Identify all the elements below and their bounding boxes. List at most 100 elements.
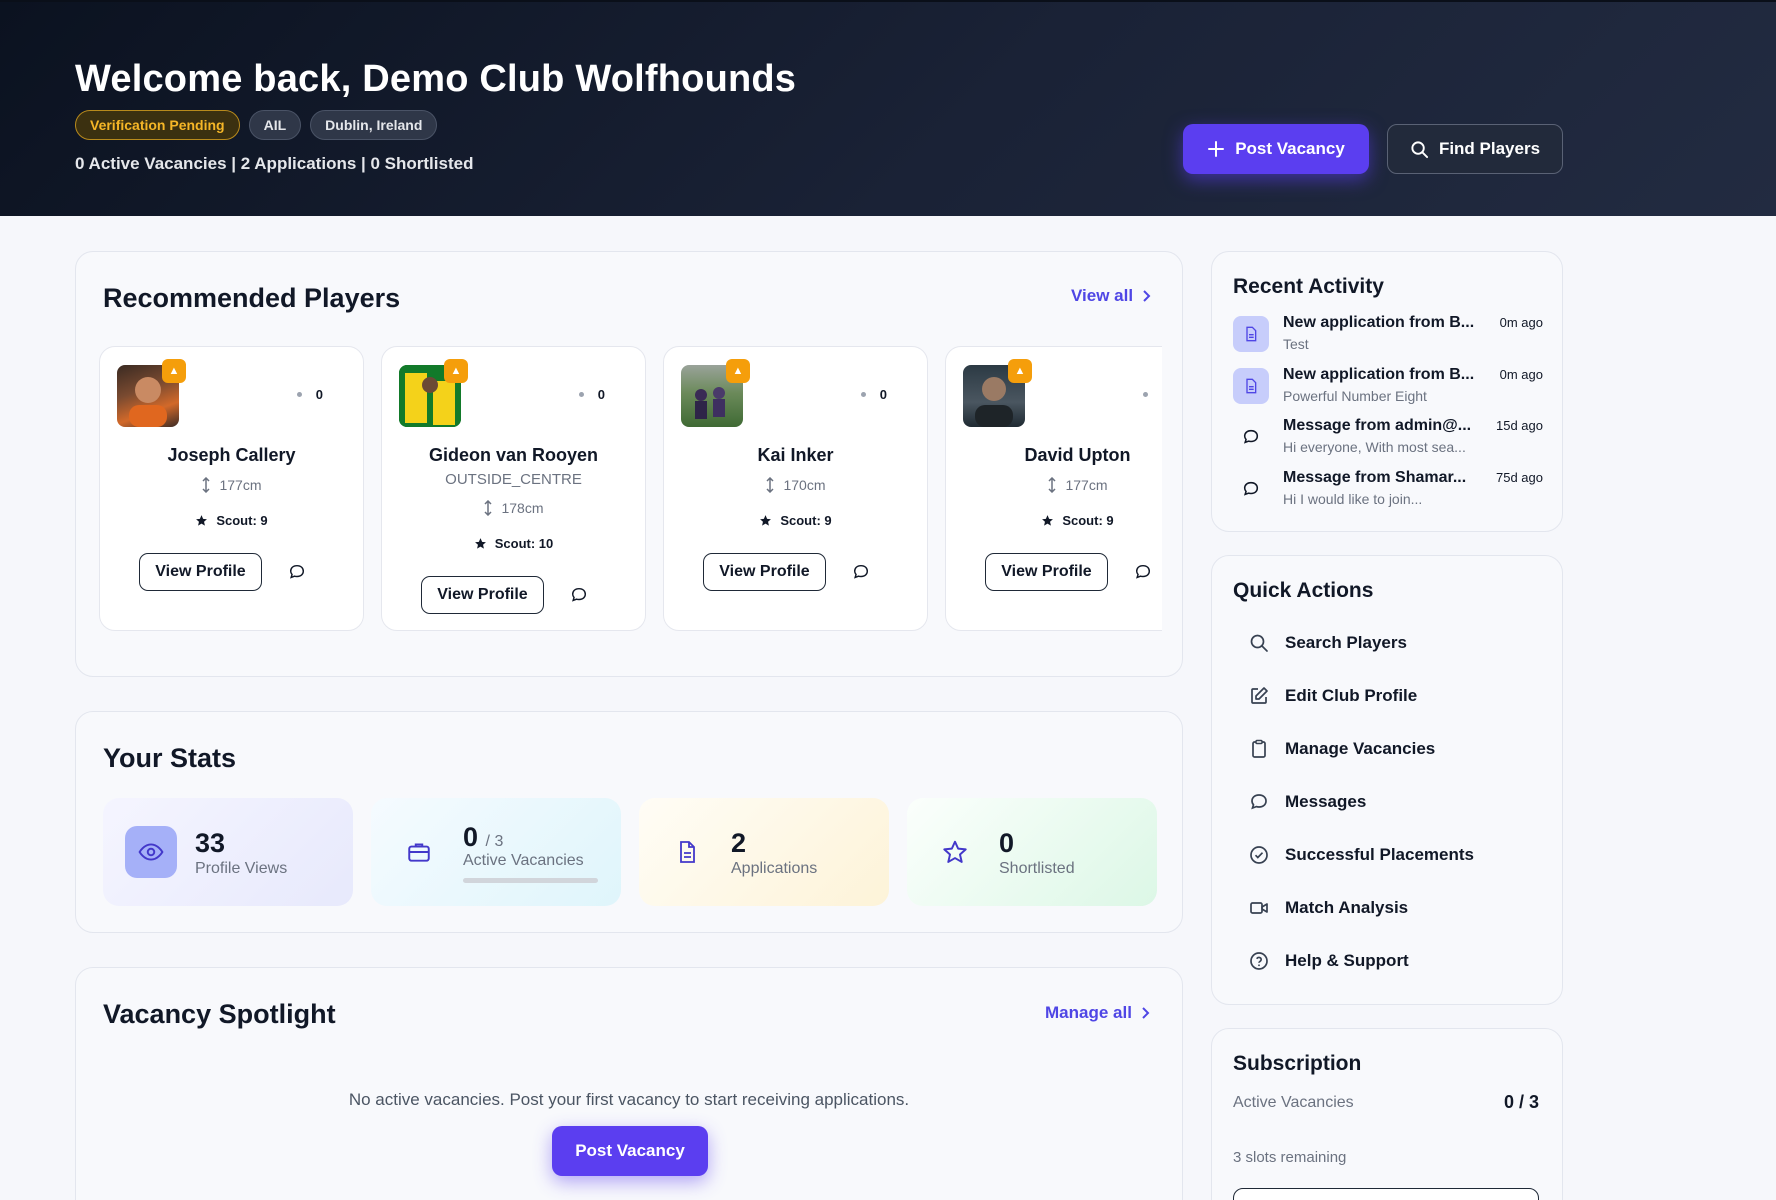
- view-profile-button[interactable]: View Profile: [139, 553, 262, 591]
- message-icon[interactable]: [570, 586, 588, 604]
- player-height: 177cm: [946, 477, 1162, 493]
- recent-activity-title: Recent Activity: [1233, 275, 1384, 298]
- player-height: 170cm: [664, 477, 927, 493]
- header-summary: 0 Active Vacancies | 2 Applications | 0 …: [75, 154, 474, 173]
- club-badges: Verification Pending AIL Dublin, Ireland: [75, 110, 438, 140]
- boost-icon: ▲: [444, 359, 468, 383]
- player-card[interactable]: ▲ 0 Kai Inker 170cm Scout: 9 View Profil…: [663, 346, 928, 631]
- player-card[interactable]: ▲ 0 Joseph Callery 177cm Scout: 9 View P…: [99, 346, 364, 631]
- height-icon: [202, 477, 211, 493]
- player-card[interactable]: ▲ 0 David Upton 177cm Scout: 9 View Prof…: [945, 346, 1162, 631]
- document-icon: [1233, 368, 1269, 404]
- player-height: 177cm: [100, 477, 363, 493]
- stat-value: 0: [999, 828, 1015, 858]
- stat-label: Applications: [731, 860, 818, 877]
- manage-all-label: Manage all: [1045, 1003, 1132, 1022]
- subscription-title: Subscription: [1233, 1052, 1362, 1075]
- player-card[interactable]: ▲ 0 Gideon van Rooyen OUTSIDE_CENTRE 178…: [381, 346, 646, 631]
- find-players-button[interactable]: Find Players: [1387, 124, 1563, 174]
- plus-icon: [1208, 141, 1225, 157]
- post-vacancy-cta-button[interactable]: Post Vacancy: [552, 1126, 708, 1176]
- post-vacancy-label: Post Vacancy: [1235, 139, 1345, 158]
- league-badge: AIL: [248, 110, 302, 140]
- manage-all-link[interactable]: Manage all: [1045, 1003, 1150, 1023]
- video-icon: [1250, 902, 1268, 914]
- chat-icon: [1233, 419, 1269, 455]
- star-outline-icon: [929, 826, 981, 878]
- message-icon[interactable]: [288, 563, 306, 581]
- star-icon: [1042, 515, 1054, 526]
- view-profile-button[interactable]: View Profile: [421, 576, 544, 614]
- post-vacancy-button[interactable]: Post Vacancy: [1183, 124, 1369, 174]
- player-scout-score: Scout: 9: [100, 513, 363, 528]
- stat-label: Profile Views: [195, 860, 288, 877]
- eye-icon: [125, 826, 177, 878]
- subscription-value: 0 / 3: [1503, 1092, 1539, 1112]
- player-name: Joseph Callery: [167, 445, 296, 465]
- stat-label: Active Vacancies: [463, 852, 584, 869]
- quick-action-manage-vacancies[interactable]: Manage Vacancies: [1249, 734, 1435, 764]
- activity-item[interactable]: Message from Shamar... Hi I would like t…: [1233, 469, 1543, 517]
- dashboard-header: Welcome back, Demo Club Wolfhounds Verif…: [0, 0, 1776, 216]
- empty-vacancies-text: No active vacancies. Post your first vac…: [348, 1090, 910, 1109]
- page-title: Welcome back, Demo Club Wolfhounds: [75, 58, 797, 100]
- player-stat: 0: [296, 387, 323, 402]
- activity-time: 0m ago: [1499, 367, 1543, 382]
- player-stat: 0: [860, 387, 887, 402]
- stat-value: 2: [731, 828, 747, 858]
- view-all-players-link[interactable]: View all: [1071, 286, 1151, 306]
- stat-profile-views: 33 Profile Views: [103, 798, 353, 906]
- stat-value: 0 / 3: [463, 822, 504, 852]
- activity-subtitle: Hi everyone, With most sea...: [1283, 439, 1466, 455]
- view-profile-button[interactable]: View Profile: [703, 553, 826, 591]
- subscription-remaining: 3 slots remaining: [1233, 1149, 1347, 1166]
- subscription-button[interactable]: [1233, 1188, 1539, 1200]
- stat-label: Shortlisted: [999, 860, 1075, 877]
- activity-title: New application from B...: [1283, 314, 1475, 331]
- player-name: David Upton: [1024, 445, 1131, 465]
- stat-value: 33: [195, 828, 226, 858]
- activity-item[interactable]: New application from B... Test 0m ago: [1233, 314, 1543, 362]
- view-profile-button[interactable]: View Profile: [985, 553, 1108, 591]
- subscription-label: Active Vacancies: [1233, 1094, 1354, 1111]
- chat-icon: [1233, 471, 1269, 507]
- player-scout-score: Scout: 10: [382, 536, 645, 551]
- briefcase-icon: [393, 826, 445, 878]
- activity-title: New application from B...: [1283, 366, 1475, 383]
- player-height: 178cm: [382, 500, 645, 516]
- height-icon: [484, 500, 493, 516]
- quick-action-help-support[interactable]: Help & Support: [1249, 946, 1409, 976]
- height-icon: [766, 477, 775, 493]
- quick-action-successful-placements[interactable]: Successful Placements: [1249, 840, 1474, 870]
- activity-item[interactable]: New application from B... Powerful Numbe…: [1233, 366, 1543, 414]
- help-circle-icon: [1250, 952, 1268, 970]
- vacancy-progress-bar: [463, 878, 598, 883]
- height-icon: [1048, 477, 1057, 493]
- activity-title: Message from Shamar...: [1283, 469, 1467, 486]
- quick-actions-card: [1211, 555, 1563, 1005]
- quick-action-match-analysis[interactable]: Match Analysis: [1249, 893, 1408, 923]
- activity-time: 15d ago: [1496, 418, 1543, 433]
- vacancy-spotlight-title: Vacancy Spotlight: [103, 999, 336, 1029]
- message-icon[interactable]: [1134, 563, 1152, 581]
- search-icon: [1411, 140, 1428, 158]
- player-position: OUTSIDE_CENTRE: [445, 471, 582, 488]
- quick-action-search-players[interactable]: Search Players: [1249, 628, 1407, 658]
- activity-subtitle: Hi I would like to join...: [1283, 491, 1423, 507]
- players-carousel[interactable]: ▲ 0 Joseph Callery 177cm Scout: 9 View P…: [99, 346, 1162, 631]
- quick-action-edit-club-profile[interactable]: Edit Club Profile: [1249, 681, 1417, 711]
- boost-icon: ▲: [1008, 359, 1032, 383]
- quick-actions-title: Quick Actions: [1233, 579, 1374, 602]
- quick-action-messages[interactable]: Messages: [1249, 787, 1366, 817]
- player-name: Gideon van Rooyen: [428, 445, 599, 465]
- activity-title: Message from admin@...: [1283, 417, 1472, 434]
- message-icon[interactable]: [852, 563, 870, 581]
- document-icon: [661, 826, 713, 878]
- activity-item[interactable]: Message from admin@... Hi everyone, With…: [1233, 417, 1543, 465]
- verification-badge: Verification Pending: [75, 110, 240, 140]
- chevron-right-icon: [1142, 1007, 1150, 1019]
- find-players-label: Find Players: [1438, 139, 1541, 158]
- boost-icon: ▲: [726, 359, 750, 383]
- recommended-players-title: Recommended Players: [103, 283, 401, 313]
- player-stat: 0: [1142, 387, 1162, 402]
